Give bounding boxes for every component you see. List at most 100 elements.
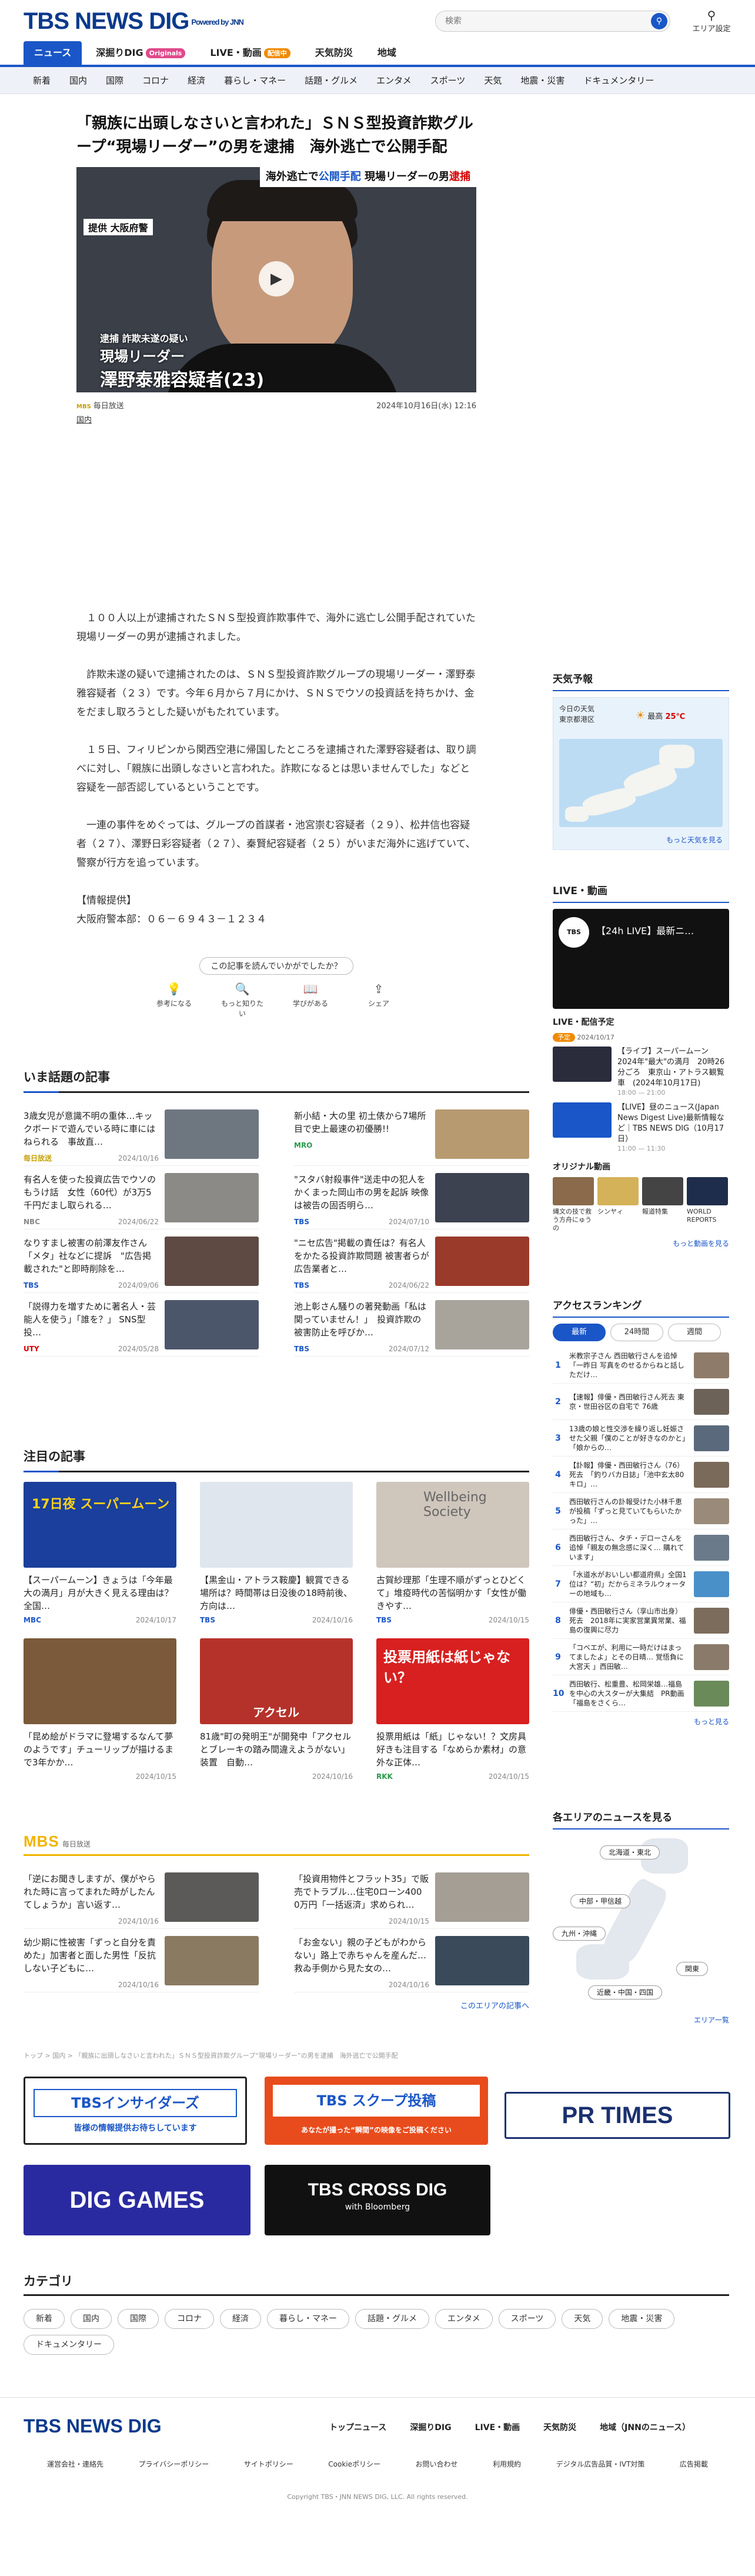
subnav-item[interactable]: 新着 <box>24 67 60 94</box>
ranking-tab-24h[interactable]: 24時間 <box>610 1324 663 1341</box>
weather-more-link[interactable]: もっと天気を見る <box>666 835 723 845</box>
play-icon[interactable]: ▶ <box>259 261 294 296</box>
category-chip[interactable]: 暮らし・マネー <box>267 2309 349 2329</box>
category-chip[interactable]: コロナ <box>165 2309 214 2329</box>
featured-card[interactable]: 「昆め絵がドラマに登場するなんて夢のようです」チューリップが描けるまで3年かか…… <box>24 1638 176 1781</box>
area-list-link[interactable]: エリア一覧 <box>694 2015 729 2025</box>
footer-nav-item[interactable]: 天気防災 <box>543 2421 576 2433</box>
article-category-link[interactable]: 国内 <box>76 414 476 425</box>
subnav-item[interactable]: 経済 <box>178 67 215 94</box>
footer-nav-item[interactable]: 地域（JNNのニュース） <box>600 2421 690 2433</box>
footer-nav-item[interactable]: 深掘りDIG <box>410 2421 451 2433</box>
featured-card[interactable]: 【黒金山・アトラス鞍慶】観賞できる場所は？時間帯は日没後の18時前後、方向は… T… <box>200 1482 353 1624</box>
original-video[interactable]: 縄文の技で救う方舟にゅうの <box>553 1177 594 1232</box>
area-button-kinki[interactable]: 近畿・中国・四国 <box>588 1985 663 2000</box>
subnav-item[interactable]: 天気 <box>475 67 511 94</box>
subnav-item[interactable]: エンタメ <box>367 67 421 94</box>
news-item[interactable]: 新小結・大の里 初土俵から7場所目で史上最速の初優勝!! MRO <box>294 1102 529 1166</box>
news-item[interactable]: 幼少期に性被害「ずっと自分を責めた」加害者と面した男性「反抗しない子どもに… 20… <box>24 1929 259 1992</box>
news-item[interactable]: "ニセ広告"掲載の責任は？有名人をかたる投資詐欺問題 被害者らが広告業者と… TB… <box>294 1229 529 1293</box>
video-more-link[interactable]: もっと動画を見る <box>553 1238 729 1248</box>
diggames-banner[interactable]: DIG GAMES <box>24 2165 250 2235</box>
subnav-item[interactable]: 国際 <box>96 67 133 94</box>
ranking-more-link[interactable]: もっと見る <box>553 1717 729 1727</box>
news-item[interactable]: 「説得力を増すために著名人・芸能人を使う」「誰を？」 SNS型投… UTY 2024… <box>24 1293 259 1357</box>
subnav-item[interactable]: 地震・災害 <box>511 67 574 94</box>
article-video[interactable]: 海外逃亡で公開手配 現場リーダーの男逮捕 提供 大阪府警 ▶ 逮捕 詐欺未遂の疑… <box>76 167 476 392</box>
nav-area[interactable]: 地域 <box>367 41 407 65</box>
ranking-tab-weekly[interactable]: 週間 <box>668 1324 721 1341</box>
insider-banner[interactable]: TBSインサイダーズ 皆様の情報提供お待ちしています <box>24 2077 247 2145</box>
subnav-item[interactable]: コロナ <box>133 67 178 94</box>
subnav-item[interactable]: 国内 <box>60 67 96 94</box>
news-item[interactable]: "スタバ射殺事件"送走中の犯人をかくまった岡山市の男を起訴 映像は被告の固否明ら… <box>294 1166 529 1229</box>
mbs-more-link[interactable]: このエリアの記事へ <box>24 2000 529 2011</box>
footer-link[interactable]: サイトポリシー <box>244 2459 293 2469</box>
feedback-helpful-button[interactable]: 💡 参考になる <box>151 982 198 1018</box>
feedback-learn-button[interactable]: 📖 学びがある <box>287 982 334 1018</box>
nav-weather[interactable]: 天気防災 <box>305 41 363 65</box>
ranking-item[interactable]: 5 西田敏行さんの訃報受けた小林千恵が投稿「ずっと見ていてもらいたかった」… <box>553 1493 729 1529</box>
news-item[interactable]: 「お金ない」親の子どもがわからない」路上で赤ちゃんを産んだ… 救ゐ手側から見た女… <box>294 1929 529 1992</box>
ranking-item[interactable]: 4 【訃報】俳優・西田敏行さん（76）死去 「釣りバカ日誌」「池中玄太80キロ」… <box>553 1457 729 1493</box>
news-item[interactable]: 「投資用物件とフラット35」で販売でトラブル…住宅0ローン400 0万円「一括返… <box>294 1865 529 1929</box>
area-button-chubu[interactable]: 中部・甲信越 <box>570 1894 631 1908</box>
footer-link[interactable]: お問い合わせ <box>416 2459 458 2469</box>
featured-card[interactable]: 投票用紙は紙じゃない？ 投票用紙は「紙」じゃない！？文房具好きも注目する「なめらか… <box>376 1638 529 1781</box>
category-chip[interactable]: 経済 <box>220 2309 261 2329</box>
news-item[interactable]: 「逆にお聞きしますが、僕がやられた時に言ってまれた時がしたんてしょうか」言い返す… <box>24 1865 259 1929</box>
ranking-item[interactable]: 10 西田敏行、松重豊、松岡栄雄…福島を中心の大スターが大集結 PR動画「福島をさ… <box>553 1675 729 1712</box>
feedback-more-button[interactable]: 🔍 もっと知りたい <box>219 982 266 1018</box>
footer-link[interactable]: 利用規約 <box>493 2459 521 2469</box>
category-chip[interactable]: 地震・災害 <box>609 2309 675 2329</box>
subnav-item[interactable]: 話題・グルメ <box>295 67 367 94</box>
area-button-hokkaido-tohoku[interactable]: 北海道・東北 <box>600 1845 660 1859</box>
featured-card[interactable]: Wellbeing Society 古賀紗理那「生理不順がずっとひどくて」堆疫時代… <box>376 1482 529 1624</box>
featured-card[interactable]: 17日夜 スーパームーン 【スーパームーン】きょうは「今年最大の満月」月が大きく見… <box>24 1482 176 1624</box>
schedule-item[interactable]: 【LIVE】昼のニュース(Japan News Digest Live)最新情報… <box>553 1102 729 1152</box>
category-chip[interactable]: スポーツ <box>498 2309 556 2329</box>
ranking-item[interactable]: 3 13歳の娘と性交渉を繰り返し妊娠させた父親「僕のことが好きなのかと」「娘からの… <box>553 1420 729 1457</box>
nav-live[interactable]: LIVE・動画 配信中 <box>199 41 300 65</box>
area-setting-button[interactable]: ⚲ エリア設定 <box>688 8 735 34</box>
live-player[interactable]: TBS LIVE 【24h LIVE】最新ニ… <box>553 909 729 1009</box>
mbs-logo[interactable]: MBS <box>24 1832 59 1850</box>
original-video[interactable]: 報道特集 <box>642 1177 683 1232</box>
nav-news[interactable]: ニュース <box>24 41 82 65</box>
share-button[interactable]: ⇪ シェア <box>355 982 402 1018</box>
category-chip[interactable]: エンタメ <box>435 2309 493 2329</box>
breadcrumb[interactable]: トップ > 国内 > 「親族に出頭しなさいと言われた」ＳＮＳ型投資詐欺グループ“… <box>24 2051 398 2060</box>
scoop-banner[interactable]: TBS スクープ投稿 あなたが撮った“瞬間”の映像をご投稿ください <box>265 2077 488 2145</box>
news-item[interactable]: 池上彰さん騒りの著発動画「私は関っていません！」 投資詐欺の被害防止を呼びか… T… <box>294 1293 529 1357</box>
news-item[interactable]: 3歳女児が意識不明の重体…キックボードで遊んでいる時に車にはねられる 事故直… 毎… <box>24 1102 259 1166</box>
ranking-item[interactable]: 2 【速報】俳優・西田敏行さん死去 東京・世田谷区の自宅で 76歳 <box>553 1384 729 1420</box>
area-button-kanto[interactable]: 関東 <box>676 1962 709 1976</box>
nav-dig[interactable]: 深掘りDIG Originals <box>85 41 196 65</box>
ranking-item[interactable]: 7 「水道水がおいしい都道府県」全国1位は？“初」だからミネラルウォーターの地域も… <box>553 1566 729 1602</box>
news-item[interactable]: なりすまし被害の前澤友作さん「メタ」社などに提訴 "広告掲載された"と即時削除を… <box>24 1229 259 1293</box>
footer-nav-item[interactable]: トップニュース <box>329 2421 386 2433</box>
footer-nav-item[interactable]: LIVE・動画 <box>475 2421 520 2433</box>
ranking-item[interactable]: 6 西田敏行さん、タチ・デローさんを追悼「親友の無念感に深く… 購れています」 <box>553 1529 729 1566</box>
category-chip[interactable]: 天気 <box>562 2309 603 2329</box>
category-chip[interactable]: 国内 <box>71 2309 112 2329</box>
crossdig-banner[interactable]: TBS CROSS DIG with Bloomberg <box>265 2165 490 2235</box>
footer-link[interactable]: Cookieポリシー <box>328 2459 380 2469</box>
area-button-kyushu[interactable]: 九州・沖縄 <box>553 1927 606 1941</box>
ranking-item[interactable]: 9 「コベエが、利用に一時だけはまってましたよ」とその日晴… 覚悟負に大宮天 」西… <box>553 1639 729 1675</box>
subnav-item[interactable]: スポーツ <box>421 67 475 94</box>
prtimes-banner[interactable]: PR TIMES <box>505 2092 730 2139</box>
footer-link[interactable]: デジタル広告品質・IVT対策 <box>556 2459 645 2469</box>
category-chip[interactable]: 新着 <box>24 2309 65 2329</box>
search-input[interactable] <box>436 11 636 31</box>
article-source[interactable]: MBS 毎日放送 <box>76 399 124 411</box>
schedule-item[interactable]: 【ライブ】スーパームーン 2024年"最大"の満月 20時26分ごろ 東京山・ア… <box>553 1047 729 1097</box>
weather-map[interactable] <box>559 739 723 827</box>
search-icon[interactable]: ⚲ <box>651 13 667 29</box>
site-logo[interactable]: TBS NEWS DIG Powered by JNN <box>24 8 244 35</box>
subnav-item[interactable]: 暮らし・マネー <box>215 67 295 94</box>
news-item[interactable]: 有名人を使った投資広告でウソのもうけ話 女性（60代）が3万5千円だまし取られる… <box>24 1166 259 1229</box>
category-chip[interactable]: 国際 <box>118 2309 159 2329</box>
category-chip[interactable]: 話題・グルメ <box>355 2309 429 2329</box>
weather-card[interactable]: 今日の天気 東京都港区 ☀ 最高 25℃ もっと天気を見る <box>553 697 729 850</box>
